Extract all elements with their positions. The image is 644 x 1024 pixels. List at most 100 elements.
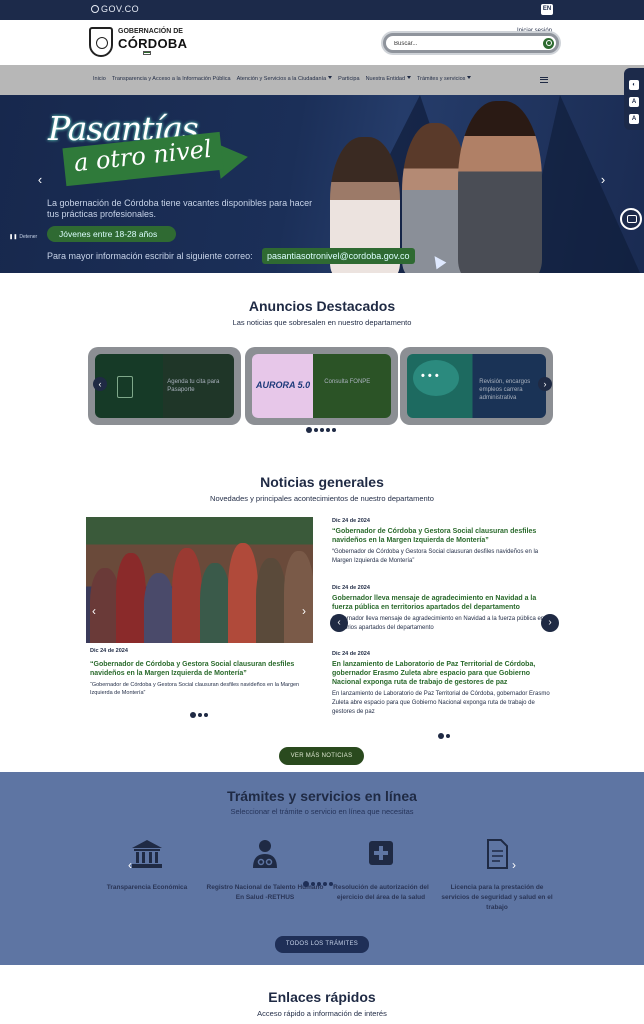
chat-icon[interactable] [620,208,642,230]
news-summary: “Gobernador de Córdoba y Gestora Social … [90,682,300,696]
crowd-figure [116,553,146,643]
anuncios-title: Anuncios Destacados [248,298,396,314]
font-increase-icon[interactable]: A [629,114,639,124]
hero-banner: Pasantías a otro nivel La gobernación de… [0,95,644,273]
gov-top-bar: GOV.CO EN [0,0,644,20]
featured-news-image[interactable] [86,517,313,643]
anuncios-dots [306,427,336,433]
carousel-dot[interactable] [198,713,202,717]
hero-mail-link[interactable]: pasantiasotronivel@cordoba.gov.co [262,248,415,264]
carousel-dot[interactable] [332,428,336,432]
carousel-dot[interactable] [329,882,333,886]
language-toggle[interactable]: EN [541,4,553,15]
carousel-dot[interactable] [323,882,327,886]
govco-icon [91,5,99,13]
nav-item-atencion[interactable]: Atención y Servicios a la Ciudadanía [237,76,333,82]
nav-item-participa[interactable]: Participa [338,76,359,82]
hamburger-menu-icon[interactable] [540,77,548,83]
nav-item-inicio[interactable]: Inicio [93,76,106,82]
all-tramites-button[interactable]: TODOS LOS TRÁMITES [275,936,369,953]
anuncios-prev-button[interactable]: ‹ [93,377,107,391]
news-headline: “Gobernador de Córdoba y Gestora Social … [90,661,295,677]
nav-item-tramites[interactable]: Trámites y servicios [417,76,472,82]
tramites-next-button[interactable]: › [508,858,520,872]
anuncio-text: Revisión, encargos empleos carrera admin… [479,379,531,401]
crowd-figure [172,548,202,643]
featured-dots [190,712,208,718]
anuncio-text: Agenda tu cita para Pasaporte [167,379,220,393]
tramites-prev-button[interactable]: ‹ [124,858,136,872]
news-headline: Gobernador lleva mensaje de agradecimien… [332,595,537,611]
govco-text: GOV.CO [101,4,140,14]
flag-icon [143,51,151,55]
tramite-label[interactable]: Transparencia Económica [87,883,207,893]
carousel-dot[interactable] [204,713,208,717]
featured-next-button[interactable]: › [298,604,310,618]
contrast-icon[interactable]: ◐ [629,80,639,90]
search-button[interactable] [543,38,554,49]
tramite-label[interactable]: Resolución de autorización del ejercicio… [321,883,441,903]
news-item[interactable]: Dic 24 de 2024 Gobernador lleva mensaje … [332,585,556,633]
anuncio-image: AURORA 5.0 Consulta FONPE [252,354,391,418]
chevron-down-icon [407,76,412,79]
hero-mail-text: Para mayor información escribir al sigui… [47,251,253,261]
coat-of-arms-logo[interactable] [89,27,113,57]
anuncios-subtitle: Las noticias que sobresalen en nuestro d… [232,318,412,327]
news-item[interactable]: Dic 24 de 2024 “Gobernador de Córdoba y … [332,518,556,566]
main-nav: Inicio Transparencia y Acceso a la Infor… [0,65,644,95]
news-date: Dic 24 de 2024 [332,585,370,591]
carousel-dot[interactable] [317,882,321,886]
anuncio-card[interactable]: Agenda tu cita para Pasaporte [88,347,241,425]
nav-item-transparencia[interactable]: Transparencia y Acceso a la Información … [112,76,231,82]
crowd-figure [144,573,174,643]
crowd-figure [256,558,286,643]
hero-prev-button[interactable]: ‹ [34,173,46,187]
crowd-figure [228,543,258,643]
nav-label: Transparencia y Acceso a la Información … [111,76,231,82]
hero-next-button[interactable]: › [597,173,609,187]
search-box [383,33,559,53]
news-item[interactable]: Dic 24 de 2024 En lanzamiento de Laborat… [332,651,556,717]
carousel-dot[interactable] [320,428,324,432]
site-header: GOBERNACIÓN DE CÓRDOBA Iniciar sesión [0,20,644,65]
search-input[interactable] [394,38,534,50]
news-date: Dic 24 de 2024 [332,518,370,524]
nav-item-nuestra-entidad[interactable]: Nuestra Entidad [365,76,412,82]
news-headline: En lanzamiento de Laboratorio de Paz Ter… [332,661,536,686]
doctor-icon[interactable] [249,839,281,869]
hero-pause-button[interactable]: Detener [9,234,37,240]
nav-label: Trámites y servicios [417,76,466,82]
more-news-button[interactable]: VER MÁS NOTICIAS [279,747,364,765]
carousel-dot[interactable] [326,428,330,432]
news-next-button[interactable]: › [541,614,559,632]
featured-news[interactable]: Dic 24 de 2024 “Gobernador de Córdoba y … [90,648,310,697]
carousel-dot[interactable] [446,734,450,738]
nav-items: Inicio Transparencia y Acceso a la Infor… [93,76,472,82]
carousel-dot[interactable] [306,427,312,433]
news-prev-button[interactable]: ‹ [330,614,348,632]
passport-icon [117,376,133,398]
carousel-dot[interactable] [314,428,318,432]
featured-prev-button[interactable]: ‹ [88,604,100,618]
carousel-dot[interactable] [438,733,444,739]
brand-line-1: GOBERNACIÓN DE [118,28,183,35]
nav-label: Participa [338,76,360,82]
carousel-dot[interactable] [303,881,309,887]
news-summary: En lanzamiento de Laboratorio de Paz Ter… [332,691,550,715]
carousel-dot[interactable] [190,712,196,718]
govco-logo[interactable]: GOV.CO [91,4,139,14]
anuncio-image: Agenda tu cita para Pasaporte [95,354,234,418]
anuncio-card[interactable]: Revisión, encargos empleos carrera admin… [400,347,553,425]
aurora-logo: AURORA 5.0 [256,380,311,390]
chevron-down-icon [467,76,472,79]
nav-label: Atención y Servicios a la Ciudadanía [236,76,327,82]
carousel-dot[interactable] [311,882,315,886]
anuncio-card[interactable]: AURORA 5.0 Consulta FONPE [245,347,398,425]
hero-description: La gobernación de Córdoba tiene vacantes… [47,198,313,219]
font-decrease-icon[interactable]: A [629,97,639,107]
tramite-label[interactable]: Licencia para la prestación de servicios… [437,883,557,913]
news-summary: Gobernador lleva mensaje de agradecimien… [332,616,545,631]
nav-label: Nuestra Entidad [365,76,406,82]
medical-cross-icon[interactable] [365,839,397,869]
anuncios-next-button[interactable]: › [538,377,552,391]
